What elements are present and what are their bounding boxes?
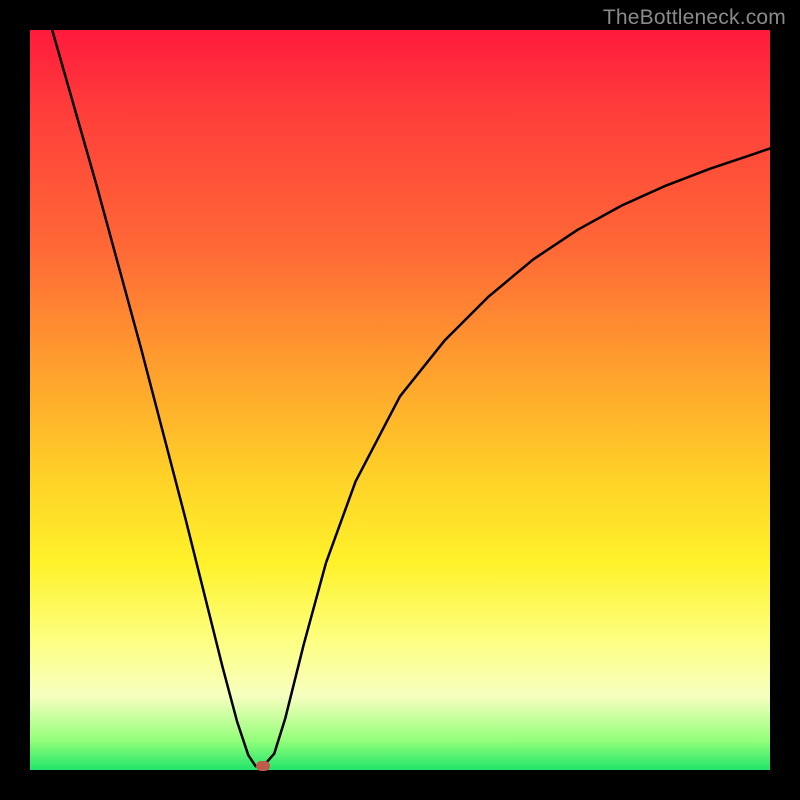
plot-area bbox=[30, 30, 770, 770]
watermark-text: TheBottleneck.com bbox=[603, 6, 786, 30]
chart-frame: TheBottleneck.com bbox=[0, 0, 800, 800]
optimum-marker bbox=[256, 761, 270, 771]
bottleneck-curve bbox=[30, 30, 770, 770]
